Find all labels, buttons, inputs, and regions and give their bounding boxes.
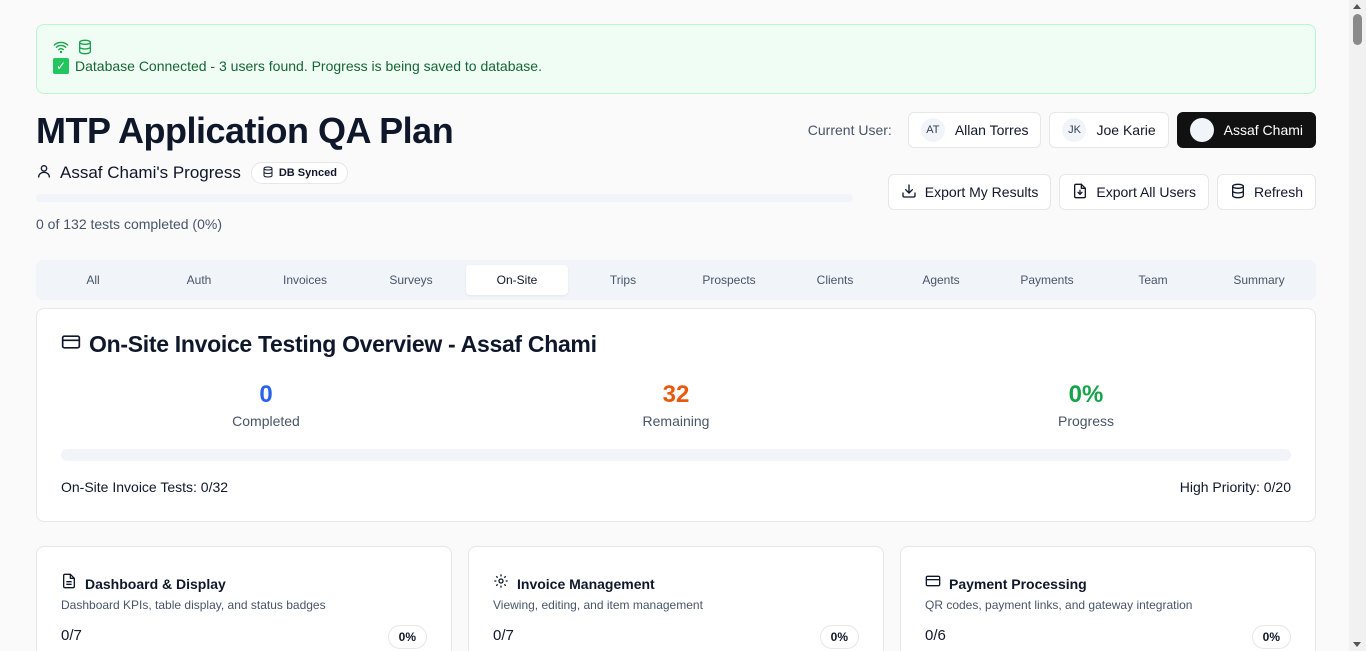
card-description: Dashboard KPIs, table display, and statu…: [61, 598, 326, 612]
tab-invoices[interactable]: Invoices: [252, 265, 358, 295]
category-card-dashboard-display[interactable]: Dashboard & Display Dashboard KPIs, tabl…: [36, 546, 452, 651]
export-my-results-button[interactable]: Export My Results: [887, 174, 1052, 210]
user-button-joe-karie[interactable]: JK Joe Karie: [1049, 112, 1169, 148]
stat-remaining: 32 Remaining: [471, 381, 881, 429]
file-download-icon: [1072, 183, 1088, 202]
stat-value: 0%: [1068, 381, 1104, 408]
user-name: Allan Torres: [954, 122, 1029, 138]
database-icon: [262, 166, 274, 181]
high-priority-count: High Priority: 0/20: [1179, 479, 1291, 495]
tab-auth[interactable]: Auth: [146, 265, 252, 295]
stat-value: 32: [662, 381, 690, 408]
card-title: Dashboard & Display: [85, 575, 226, 592]
db-synced-badge: DB Synced: [250, 162, 348, 184]
category-tabs: All Auth Invoices Surveys On-Site Trips …: [36, 260, 1316, 300]
overview-title: On-Site Invoice Testing Overview - Assaf…: [89, 331, 597, 357]
database-icon: [77, 39, 93, 60]
wifi-icon: [53, 39, 69, 60]
card-count: 0/7: [61, 627, 82, 644]
progress-caption: 0 of 132 tests completed (0%): [36, 216, 222, 232]
page: ✓ Database Connected - 3 users found. Pr…: [36, 24, 1316, 651]
card-description: Viewing, editing, and item management: [493, 598, 703, 612]
card-count: 0/7: [493, 627, 514, 644]
avatar: JK: [1062, 118, 1087, 142]
category-card-payment-processing[interactable]: Payment Processing QR codes, payment lin…: [900, 546, 1316, 651]
user-name: Assaf Chami: [1223, 122, 1303, 138]
user-button-assaf-chami[interactable]: Assaf Chami: [1176, 112, 1316, 148]
download-icon: [901, 183, 917, 202]
current-user-label: Current User:: [807, 122, 892, 138]
db-status-banner: ✓ Database Connected - 3 users found. Pr…: [36, 24, 1316, 94]
credit-card-icon: [61, 332, 81, 357]
user-icon: [36, 163, 52, 184]
stat-completed: 0 Completed: [61, 381, 471, 429]
refresh-button[interactable]: Refresh: [1216, 174, 1316, 210]
vertical-scrollbar[interactable]: [1349, 0, 1366, 651]
user-button-allan-torres[interactable]: AT Allan Torres: [907, 112, 1042, 148]
on-site-tests-count: On-Site Invoice Tests: 0/32: [61, 479, 229, 495]
check-icon: ✓: [53, 58, 69, 74]
tab-on-site[interactable]: On-Site: [466, 265, 568, 295]
gear-icon: [493, 573, 509, 594]
card-percent-badge: 0%: [819, 625, 859, 649]
overview-card: On-Site Invoice Testing Overview - Assaf…: [36, 308, 1316, 522]
tab-summary[interactable]: Summary: [1206, 265, 1312, 295]
db-status-text: Database Connected - 3 users found. Prog…: [75, 58, 542, 74]
card-title: Payment Processing: [949, 575, 1087, 592]
export-all-users-button[interactable]: Export All Users: [1059, 174, 1209, 210]
tab-prospects[interactable]: Prospects: [676, 265, 782, 295]
button-label: Export My Results: [924, 184, 1039, 200]
stat-label: Completed: [232, 413, 300, 429]
badge-label: DB Synced: [278, 167, 337, 179]
button-label: Export All Users: [1096, 184, 1196, 200]
stat-value: 0: [259, 381, 273, 408]
button-label: Refresh: [1253, 184, 1303, 200]
tab-agents[interactable]: Agents: [888, 265, 994, 295]
card-description: QR codes, payment links, and gateway int…: [925, 598, 1193, 612]
card-title: Invoice Management: [517, 575, 655, 592]
category-card-invoice-management[interactable]: Invoice Management Viewing, editing, and…: [468, 546, 884, 651]
stat-progress: 0% Progress: [881, 381, 1291, 429]
tab-clients[interactable]: Clients: [782, 265, 888, 295]
tab-surveys[interactable]: Surveys: [358, 265, 464, 295]
user-name: Joe Karie: [1096, 122, 1156, 138]
card-percent-badge: 0%: [387, 625, 427, 649]
avatar: AT: [920, 118, 945, 142]
overview-progress-bar: [61, 449, 1291, 461]
card-count: 0/6: [925, 627, 946, 644]
credit-card-icon: [925, 573, 941, 594]
tab-team[interactable]: Team: [1100, 265, 1206, 295]
database-icon: [1230, 183, 1246, 202]
tab-all[interactable]: All: [40, 265, 146, 295]
progress-title: Assaf Chami's Progress: [60, 163, 241, 182]
card-percent-badge: 0%: [1251, 625, 1291, 649]
stat-label: Remaining: [642, 413, 710, 429]
user-progress-bar: [36, 194, 853, 202]
avatar: [1189, 118, 1214, 142]
file-text-icon: [61, 573, 77, 594]
scroll-down-arrow-icon[interactable]: [1353, 642, 1361, 647]
scroll-up-arrow-icon[interactable]: [1353, 4, 1361, 9]
tab-payments[interactable]: Payments: [994, 265, 1100, 295]
stat-label: Progress: [1057, 413, 1115, 429]
scroll-thumb[interactable]: [1353, 14, 1362, 45]
page-title: MTP Application QA Plan: [36, 110, 454, 151]
user-switcher: Current User: AT Allan Torres JK Joe Kar…: [808, 112, 1316, 148]
tab-trips[interactable]: Trips: [570, 265, 676, 295]
